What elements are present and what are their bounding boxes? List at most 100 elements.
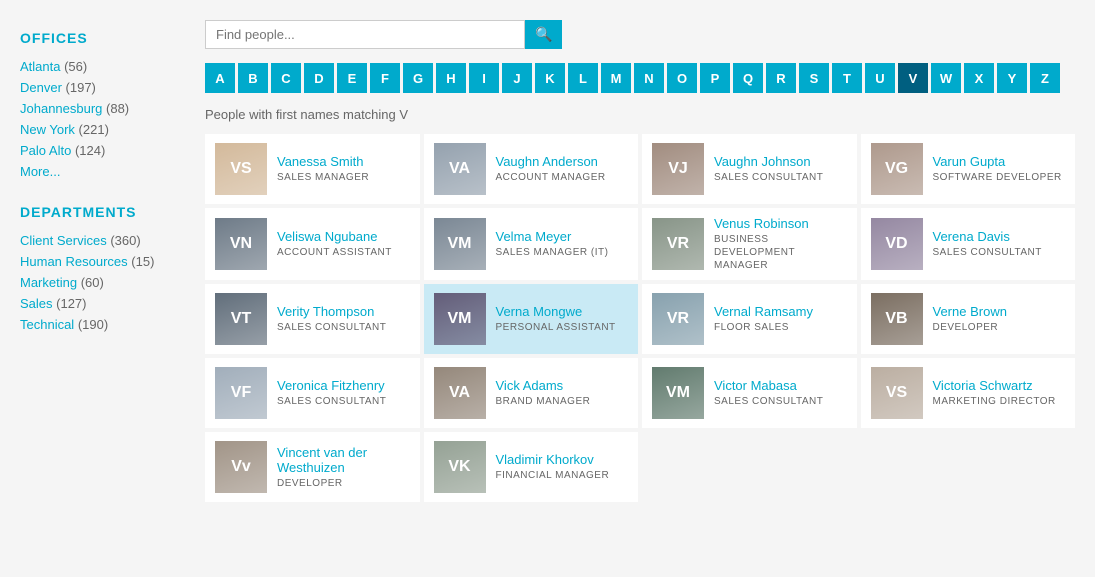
person-card[interactable]: VR Vernal Ramsamy FLOOR SALES [642,284,857,354]
person-name[interactable]: Vincent van der Westhuizen [277,445,410,475]
person-name[interactable]: Verna Mongwe [496,304,616,319]
person-title: DEVELOPER [933,321,1007,334]
person-card[interactable]: VG Varun Gupta SOFTWARE DEVELOPER [861,134,1076,204]
person-name[interactable]: Vick Adams [496,378,591,393]
person-name[interactable]: Vanessa Smith [277,154,369,169]
alpha-btn-D[interactable]: D [304,63,334,93]
person-card[interactable]: VM Velma Meyer SALES MANAGER (IT) [424,208,639,280]
person-name[interactable]: Verity Thompson [277,304,386,319]
person-name[interactable]: Verne Brown [933,304,1007,319]
alpha-btn-O[interactable]: O [667,63,697,93]
person-title: ACCOUNT ASSISTANT [277,246,392,259]
person-card[interactable]: VR Venus Robinson BUSINESS DEVELOPMENT M… [642,208,857,280]
sidebar-item-dept-sales[interactable]: Sales (127) [20,293,165,314]
filter-text: People with first names matching V [205,107,1075,122]
person-title: SALES CONSULTANT [933,246,1042,259]
sidebar-item-dept-human-resources[interactable]: Human Resources (15) [20,251,165,272]
alpha-btn-S[interactable]: S [799,63,829,93]
person-info: Vernal Ramsamy FLOOR SALES [714,304,813,334]
person-card[interactable]: VM Verna Mongwe PERSONAL ASSISTANT [424,284,639,354]
person-info: Veliswa Ngubane ACCOUNT ASSISTANT [277,229,392,259]
alpha-btn-H[interactable]: H [436,63,466,93]
avatar: Vv [215,441,267,493]
search-input[interactable] [205,20,525,49]
alpha-btn-M[interactable]: M [601,63,631,93]
person-title: SALES MANAGER [277,171,369,184]
sidebar-item-office-new-york[interactable]: New York (221) [20,119,165,140]
sidebar-item-dept-client-services[interactable]: Client Services (360) [20,230,165,251]
person-card[interactable]: VA Vaughn Anderson ACCOUNT MANAGER [424,134,639,204]
alpha-btn-K[interactable]: K [535,63,565,93]
alpha-btn-Q[interactable]: Q [733,63,763,93]
alpha-btn-R[interactable]: R [766,63,796,93]
avatar: VB [871,293,923,345]
avatar: VM [434,293,486,345]
person-card[interactable]: VM Victor Mabasa SALES CONSULTANT [642,358,857,428]
avatar: VD [871,218,923,270]
person-card[interactable]: VD Verena Davis SALES CONSULTANT [861,208,1076,280]
alpha-btn-X[interactable]: X [964,63,994,93]
departments-heading: DEPARTMENTS [20,204,165,220]
avatar: VK [434,441,486,493]
person-name[interactable]: Velma Meyer [496,229,609,244]
main-content: 🔍 ABCDEFGHIJKLMNOPQRSTUVWXYZ People with… [185,0,1095,577]
person-name[interactable]: Verena Davis [933,229,1042,244]
alpha-btn-G[interactable]: G [403,63,433,93]
alpha-btn-B[interactable]: B [238,63,268,93]
person-name[interactable]: Vernal Ramsamy [714,304,813,319]
person-name[interactable]: Victor Mabasa [714,378,823,393]
alpha-btn-N[interactable]: N [634,63,664,93]
person-card[interactable]: VK Vladimir Khorkov FINANCIAL MANAGER [424,432,639,502]
person-card[interactable]: VB Verne Brown DEVELOPER [861,284,1076,354]
person-card[interactable]: VF Veronica Fitzhenry SALES CONSULTANT [205,358,420,428]
alpha-btn-P[interactable]: P [700,63,730,93]
person-name[interactable]: Varun Gupta [933,154,1062,169]
more-offices-link[interactable]: More... [20,161,165,182]
alpha-btn-T[interactable]: T [832,63,862,93]
sidebar-item-office-atlanta[interactable]: Atlanta (56) [20,56,165,77]
person-card[interactable]: VT Verity Thompson SALES CONSULTANT [205,284,420,354]
alpha-btn-Y[interactable]: Y [997,63,1027,93]
alpha-btn-L[interactable]: L [568,63,598,93]
person-card[interactable]: VS Victoria Schwartz MARKETING DIRECTOR [861,358,1076,428]
person-name[interactable]: Vaughn Anderson [496,154,606,169]
sidebar-item-dept-technical[interactable]: Technical (190) [20,314,165,335]
person-info: Varun Gupta SOFTWARE DEVELOPER [933,154,1062,184]
alpha-btn-U[interactable]: U [865,63,895,93]
alpha-btn-Z[interactable]: Z [1030,63,1060,93]
avatar: VN [215,218,267,270]
alpha-btn-J[interactable]: J [502,63,532,93]
alpha-btn-C[interactable]: C [271,63,301,93]
alpha-btn-V[interactable]: V [898,63,928,93]
person-info: Victoria Schwartz MARKETING DIRECTOR [933,378,1056,408]
person-card[interactable]: VA Vick Adams BRAND MANAGER [424,358,639,428]
alpha-btn-W[interactable]: W [931,63,961,93]
person-name[interactable]: Vaughn Johnson [714,154,823,169]
person-name[interactable]: Veronica Fitzhenry [277,378,386,393]
person-card[interactable]: VN Veliswa Ngubane ACCOUNT ASSISTANT [205,208,420,280]
person-info: Verity Thompson SALES CONSULTANT [277,304,386,334]
person-title: SOFTWARE DEVELOPER [933,171,1062,184]
sidebar-item-dept-marketing[interactable]: Marketing (60) [20,272,165,293]
search-button[interactable]: 🔍 [525,20,562,49]
person-title: SALES CONSULTANT [277,321,386,334]
alpha-btn-A[interactable]: A [205,63,235,93]
person-name[interactable]: Venus Robinson [714,216,847,231]
person-card[interactable]: VS Vanessa Smith SALES MANAGER [205,134,420,204]
person-title: SALES CONSULTANT [277,395,386,408]
person-card[interactable]: VJ Vaughn Johnson SALES CONSULTANT [642,134,857,204]
alpha-btn-F[interactable]: F [370,63,400,93]
person-title: SALES CONSULTANT [714,395,823,408]
alpha-btn-E[interactable]: E [337,63,367,93]
sidebar-item-office-johannesburg[interactable]: Johannesburg (88) [20,98,165,119]
alpha-btn-I[interactable]: I [469,63,499,93]
avatar: VG [871,143,923,195]
sidebar-item-office-denver[interactable]: Denver (197) [20,77,165,98]
sidebar-item-office-palo-alto[interactable]: Palo Alto (124) [20,140,165,161]
person-card[interactable]: Vv Vincent van der Westhuizen DEVELOPER [205,432,420,502]
person-info: Vincent van der Westhuizen DEVELOPER [277,445,410,490]
person-name[interactable]: Vladimir Khorkov [496,452,610,467]
person-name[interactable]: Victoria Schwartz [933,378,1056,393]
person-name[interactable]: Veliswa Ngubane [277,229,392,244]
person-title: SALES CONSULTANT [714,171,823,184]
